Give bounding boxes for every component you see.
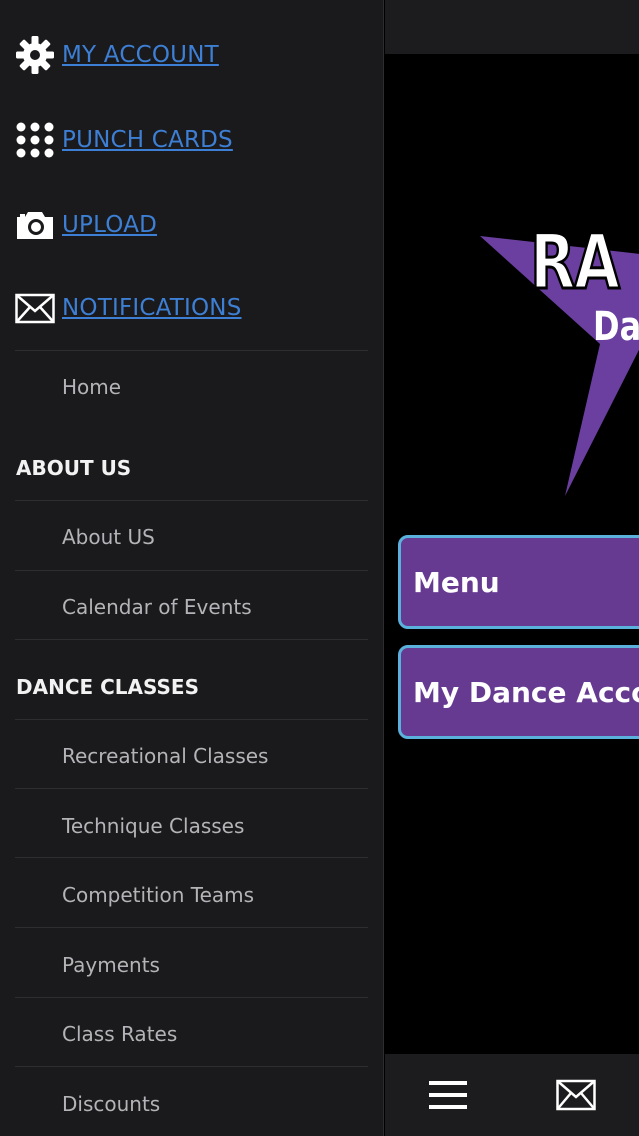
divider: [15, 639, 368, 640]
camera-icon: [15, 205, 55, 245]
bottom-tab-bar: [385, 1054, 639, 1136]
main-content: RA Da Menu My Dance Account: [385, 54, 639, 1054]
divider: [15, 1066, 368, 1067]
logo-title-text: RA: [529, 217, 621, 306]
section-header-about-us: ABOUT US: [16, 456, 132, 480]
divider: [15, 350, 368, 351]
my-account-link[interactable]: MY ACCOUNT: [15, 35, 219, 75]
notifications-label[interactable]: NOTIFICATIONS: [62, 295, 242, 321]
nav-item-competition-teams[interactable]: Competition Teams: [62, 883, 254, 907]
punch-cards-link[interactable]: PUNCH CARDS: [15, 120, 233, 160]
notifications-link[interactable]: NOTIFICATIONS: [15, 288, 242, 328]
divider: [15, 719, 368, 720]
divider: [15, 927, 368, 928]
grid-dots-icon: [15, 120, 55, 160]
divider: [15, 857, 368, 858]
my-dance-account-button[interactable]: My Dance Account: [398, 645, 639, 739]
divider: [15, 570, 368, 571]
nav-item-payments[interactable]: Payments: [62, 953, 160, 977]
upload-label[interactable]: UPLOAD: [62, 212, 157, 238]
envelope-icon: [15, 288, 55, 328]
upload-link[interactable]: UPLOAD: [15, 205, 157, 245]
navigation-drawer: MY ACCOUNT PUNCH CARDS UPLOAD NOTIFICATI…: [0, 0, 384, 1136]
menu-button[interactable]: Menu: [398, 535, 639, 629]
nav-item-discounts[interactable]: Discounts: [62, 1092, 160, 1116]
nav-item-class-rates[interactable]: Class Rates: [62, 1022, 177, 1046]
studio-logo: RA Da: [385, 54, 639, 514]
gear-icon: [15, 35, 55, 75]
divider: [15, 997, 368, 998]
nav-item-technique-classes[interactable]: Technique Classes: [62, 814, 244, 838]
divider: [15, 788, 368, 789]
my-account-label[interactable]: MY ACCOUNT: [62, 42, 219, 68]
top-app-bar: [385, 0, 639, 54]
nav-item-calendar-of-events[interactable]: Calendar of Events: [62, 595, 252, 619]
divider: [15, 500, 368, 501]
section-header-dance-classes: DANCE CLASSES: [16, 675, 199, 699]
hamburger-menu-icon[interactable]: [429, 1081, 467, 1113]
logo-subtitle-text: Da: [593, 304, 639, 350]
nav-item-home[interactable]: Home: [62, 375, 121, 399]
punch-cards-label[interactable]: PUNCH CARDS: [62, 127, 233, 153]
nav-item-recreational-classes[interactable]: Recreational Classes: [62, 744, 268, 768]
nav-item-about-us[interactable]: About US: [62, 525, 155, 549]
envelope-icon[interactable]: [556, 1079, 596, 1115]
